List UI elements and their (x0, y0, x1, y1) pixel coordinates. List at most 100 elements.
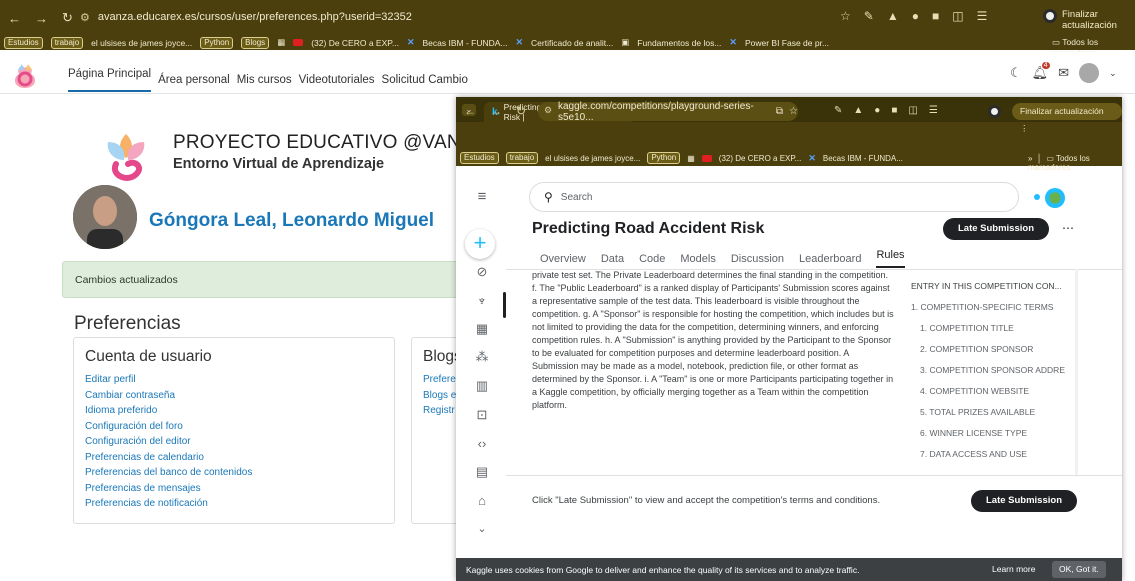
extension-a-icon[interactable]: ▲ (887, 9, 899, 23)
tab-models[interactable]: Models (680, 253, 715, 265)
menu-item-videotutorials[interactable]: Videotutoriales (299, 74, 375, 86)
back-arrow-icon[interactable]: ← (8, 11, 21, 26)
bookmark-item[interactable]: (32) De CERO a EXP... (719, 154, 802, 163)
dark-mode-icon[interactable]: ☾ (1010, 65, 1022, 81)
link-notification-preferences[interactable]: Preferencias de notificación (85, 496, 394, 512)
bookmark-item[interactable]: (32) De CERO a EXP... (311, 38, 399, 48)
code-brackets-icon[interactable]: ‹› (474, 436, 490, 451)
create-plus-button[interactable]: + (465, 229, 495, 259)
link-calendar-preferences[interactable]: Preferencias de calendario (85, 450, 394, 466)
datasets-table-icon[interactable]: ▦ (474, 321, 490, 337)
link-edit-profile[interactable]: Editar perfil (85, 372, 394, 388)
front-browser-profile-icon[interactable] (988, 105, 1001, 118)
extension-a-icon[interactable]: ▲ (853, 105, 863, 116)
site-settings-icon[interactable]: ⚙ (544, 105, 552, 116)
toc-scrollbar[interactable] (1075, 269, 1078, 475)
menu-item-my-courses[interactable]: Mis cursos (237, 74, 292, 86)
reload-icon[interactable]: ↻ (62, 10, 73, 26)
tab-overview[interactable]: Overview (540, 253, 586, 265)
bookmark-item[interactable]: trabajo (505, 152, 539, 164)
bookmark-star-icon[interactable]: ☆ (789, 106, 798, 117)
link-preferred-language[interactable]: Idioma preferido (85, 403, 394, 419)
bookmark-item[interactable]: Blogs (241, 36, 270, 49)
kaggle-user-avatar[interactable] (1045, 188, 1065, 208)
back-browser-profile-icon[interactable] (1043, 9, 1057, 23)
extension-pen-icon[interactable]: ✎ (834, 105, 842, 116)
site-settings-icon[interactable]: ⚙ (80, 11, 90, 24)
bookmark-item[interactable]: Python (200, 36, 234, 49)
toc-item[interactable]: 5. TOTAL PRIZES AVAILABLE (903, 396, 1075, 417)
bookmark-item[interactable]: Python (647, 152, 681, 164)
bookmark-star-icon[interactable]: ☆ (840, 9, 851, 23)
extension-b-icon[interactable]: ● (874, 105, 880, 116)
bookmark-item[interactable]: trabajo (50, 36, 84, 49)
tab-data[interactable]: Data (601, 253, 624, 265)
extensions-puzzle-icon[interactable]: ◫ (908, 105, 917, 116)
discussions-icon[interactable]: ▤ (474, 464, 490, 480)
chevron-down-icon[interactable]: ⌄ (474, 522, 490, 535)
bookmark-item[interactable]: Power BI Fase de pr... (745, 38, 829, 48)
tab-search-icon[interactable]: ☰ (929, 105, 938, 116)
toc-item[interactable]: 4. COMPETITION WEBSITE (903, 375, 1075, 396)
back-browser-update-button[interactable]: Finalizar actualización (1062, 9, 1135, 31)
models-nodes-icon[interactable]: ⁂ (474, 349, 490, 365)
tab-leaderboard[interactable]: Leaderboard (799, 253, 861, 265)
notifications-bell-icon[interactable]: 🔔︎ 4 (1032, 62, 1050, 81)
tab-discussion[interactable]: Discussion (731, 253, 784, 265)
extension-b-icon[interactable]: ● (912, 9, 919, 23)
link-change-password[interactable]: Cambiar contraseña (85, 388, 394, 404)
bookmark-item[interactable]: el ulsises de james joyce... (91, 38, 192, 48)
late-submission-button-header[interactable]: Late Submission (943, 218, 1049, 240)
extensions-puzzle-icon[interactable]: ◫ (952, 9, 963, 23)
cookie-learn-more-button[interactable]: Learn more (986, 562, 1041, 577)
apps-grid-icon[interactable]: ▦ (687, 154, 695, 163)
link-message-preferences[interactable]: Preferencias de mensajes (85, 481, 394, 497)
extension-pen-icon[interactable]: ✎ (864, 9, 874, 23)
tab-rules[interactable]: Rules (876, 249, 905, 268)
late-submission-button-footer[interactable]: Late Submission (971, 490, 1077, 512)
learn-graduation-icon[interactable]: ⌂ (474, 493, 490, 508)
kaggle-search-input[interactable]: ⚲ Search (529, 182, 1019, 212)
tab-search-icon[interactable]: ☰ (977, 9, 988, 23)
moodle-site-logo-icon[interactable] (10, 60, 40, 90)
front-browser-update-button[interactable]: Finalizar actualización ⋮ (1012, 103, 1122, 133)
cookie-ok-button[interactable]: OK, Got it. (1052, 561, 1106, 578)
forward-arrow-icon[interactable]: → (490, 104, 502, 118)
bookmark-item[interactable]: Estudios (4, 36, 43, 49)
bookmark-item[interactable]: Becas IBM - FUNDA... (823, 154, 903, 163)
back-arrow-icon[interactable]: ← (464, 104, 476, 118)
tab-code[interactable]: Code (639, 253, 665, 265)
user-menu-avatar[interactable] (1079, 63, 1100, 83)
forward-arrow-icon[interactable]: → (35, 11, 48, 26)
front-browser-all-bookmarks[interactable]: » │ ▭ Todos los marcadores (1028, 154, 1122, 172)
toc-item[interactable]: 1. COMPETITION-SPECIFIC TERMS (903, 291, 1075, 312)
toc-item[interactable]: ENTRY IN THIS COMPETITION CON... (903, 269, 1075, 291)
hamburger-menu-icon[interactable]: ≡ (474, 188, 490, 205)
menu-item-change-request[interactable]: Solicitud Cambio (382, 74, 468, 86)
bookmark-item[interactable]: Becas IBM - FUNDA... (422, 38, 507, 48)
trophy-competitions-icon[interactable]: ♆ (474, 293, 490, 308)
bookmark-item[interactable]: Estudios (460, 152, 499, 164)
back-browser-address-bar[interactable]: ⚙ avanza.educarex.es/cursos/user/prefere… (80, 6, 840, 28)
toc-item[interactable]: 1. COMPETITION TITLE (903, 312, 1075, 333)
extension-c-icon[interactable]: ■ (891, 105, 897, 116)
install-app-icon[interactable]: ⧉ (776, 106, 783, 117)
apps-grid-icon[interactable]: ▦ (277, 37, 285, 48)
toc-item[interactable]: 3. COMPETITION SPONSOR ADDRE (903, 354, 1075, 375)
reload-icon[interactable]: ↻ (516, 104, 526, 118)
link-forum-settings[interactable]: Configuración del foro (85, 419, 394, 435)
bookmark-item[interactable]: Certificado de analit... (531, 38, 613, 48)
chevron-down-icon[interactable]: ⌄ (1109, 68, 1117, 79)
bookmark-item[interactable]: el ulsises de james joyce... (545, 154, 640, 163)
messages-icon[interactable]: ✉ (1058, 65, 1069, 81)
games-robot-icon[interactable]: ⊡ (474, 407, 490, 423)
toc-item[interactable]: 6. WINNER LICENSE TYPE (903, 417, 1075, 438)
benchmarks-chart-icon[interactable]: ▥ (474, 378, 490, 394)
user-profile-picture[interactable] (73, 185, 137, 249)
compass-explore-icon[interactable]: ⊘ (474, 264, 490, 280)
front-browser-address-bar[interactable]: ⚙ kaggle.com/competitions/playground-ser… (538, 101, 798, 123)
more-options-icon[interactable]: ⋯ (1062, 221, 1074, 235)
link-editor-settings[interactable]: Configuración del editor (85, 434, 394, 450)
menu-item-dashboard[interactable]: Área personal (158, 74, 230, 86)
bookmark-item[interactable]: Fundamentos de los... (637, 38, 721, 48)
